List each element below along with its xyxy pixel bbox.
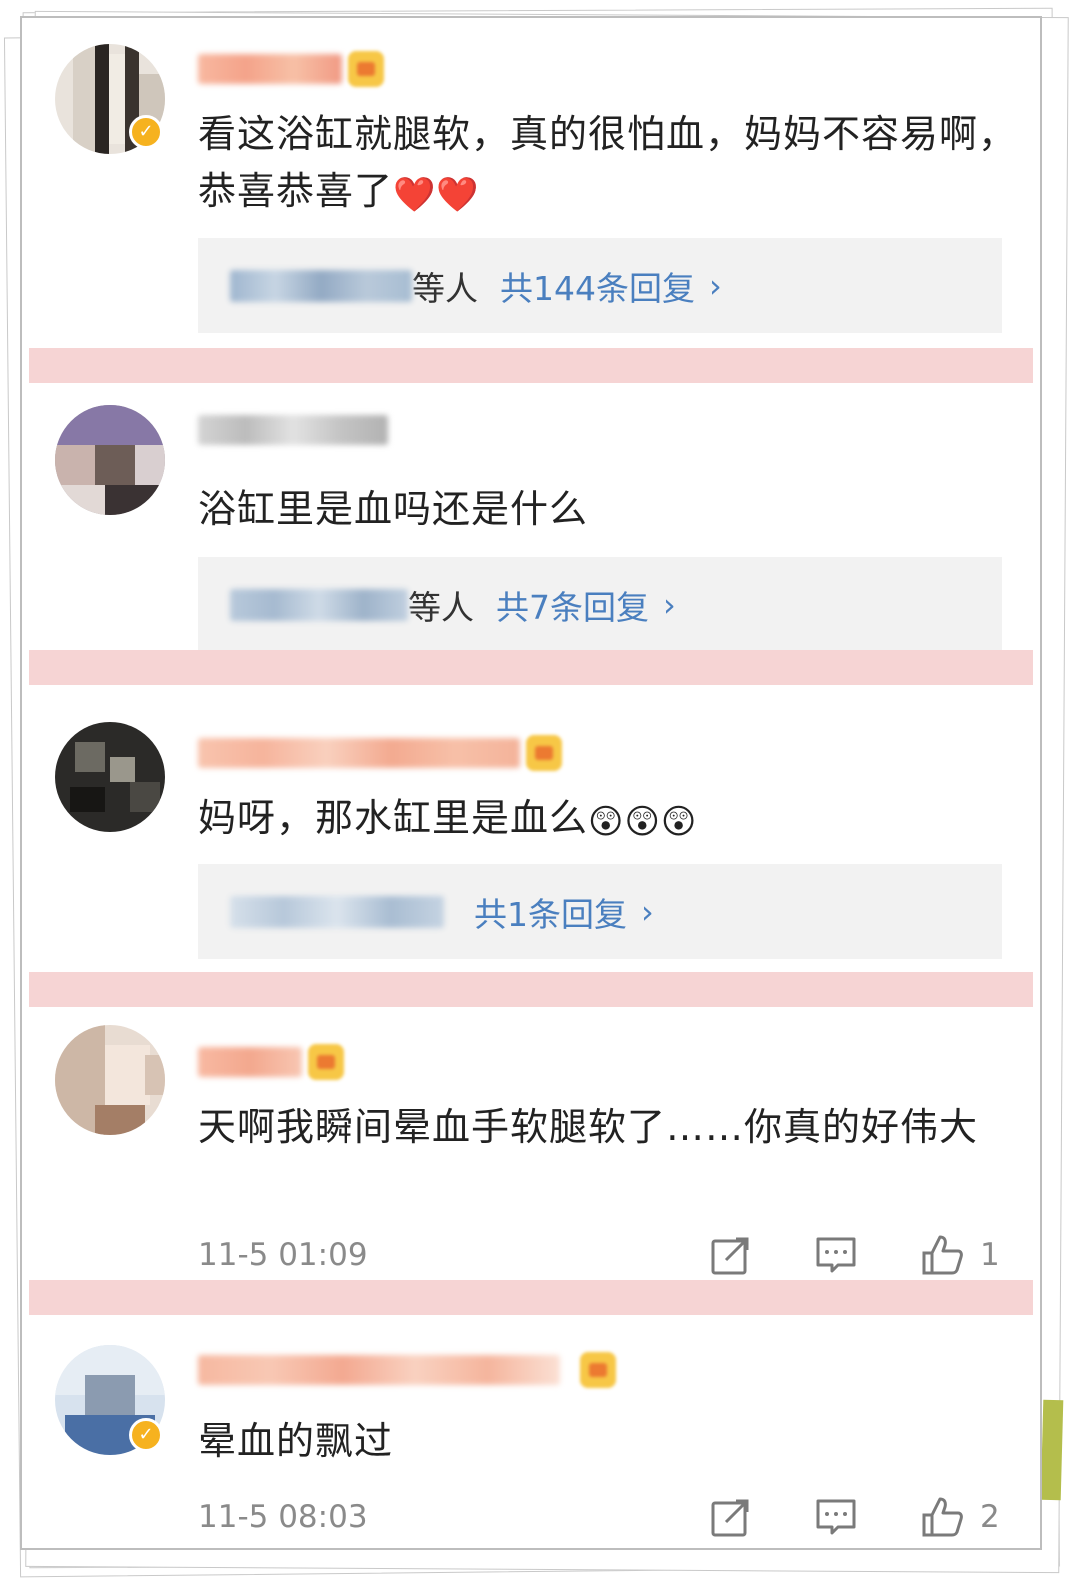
- thumbs-up-icon[interactable]: [920, 1233, 964, 1277]
- reply-summary[interactable]: 等人 共144条回复 ›: [198, 238, 1002, 333]
- username[interactable]: [198, 735, 562, 771]
- vip-crown-icon: [308, 1044, 344, 1080]
- verified-badge-icon: ✓: [129, 1418, 163, 1452]
- like-count: 1: [980, 1237, 1000, 1273]
- chevron-right-icon: ›: [709, 266, 722, 305]
- reply-suffix: 等人: [412, 268, 478, 308]
- comment-text: 晕血的飘过: [198, 1419, 394, 1463]
- verified-badge-icon: ✓: [129, 115, 163, 149]
- comment-text: 妈呀，那水缸里是血么😲😲😲: [198, 796, 698, 842]
- divider: [29, 348, 1033, 383]
- blurred-reply-names: [230, 895, 444, 928]
- blurred-username: [198, 738, 520, 768]
- reply-count-link[interactable]: 共1条回复: [474, 888, 627, 936]
- reply-count-link[interactable]: 共7条回复: [496, 581, 649, 629]
- blurred-username: [198, 1047, 302, 1077]
- blurred-username: [198, 1355, 560, 1385]
- reply-summary[interactable]: 等人 共7条回复 ›: [198, 557, 1002, 652]
- comment-icon[interactable]: [814, 1495, 858, 1539]
- blurred-reply-names: [230, 588, 408, 621]
- timestamp: 11-5 01:09: [198, 1237, 368, 1273]
- username[interactable]: [198, 1044, 344, 1080]
- comment-text: 浴缸里是血吗还是什么: [198, 487, 589, 531]
- heart-emoji: ❤️❤️: [393, 175, 480, 215]
- action-bar: 2: [708, 1495, 1000, 1539]
- username[interactable]: [198, 413, 388, 447]
- avatar[interactable]: [55, 1025, 165, 1135]
- comment-meta: 11-5 01:09 1: [198, 1233, 1000, 1277]
- divider: [29, 1280, 1033, 1315]
- chevron-right-icon: ›: [641, 892, 654, 931]
- username[interactable]: [198, 51, 384, 87]
- astonished-emoji: 😲😲😲: [588, 802, 698, 842]
- share-icon[interactable]: [708, 1495, 752, 1539]
- divider: [29, 650, 1033, 685]
- thumbs-up-icon[interactable]: [920, 1495, 964, 1539]
- blurred-reply-names: [230, 269, 412, 302]
- blurred-username: [198, 415, 388, 445]
- timestamp: 11-5 08:03: [198, 1499, 368, 1535]
- reply-count-link[interactable]: 共144条回复: [500, 262, 695, 310]
- chevron-right-icon: ›: [663, 585, 676, 624]
- blurred-username: [198, 54, 342, 84]
- comment-text: 看这浴缸就腿软，真的很怕血，妈妈不容易啊，恭喜恭喜了❤️❤️: [198, 112, 1018, 215]
- reply-summary[interactable]: 共1条回复 ›: [198, 864, 1002, 959]
- vip-crown-icon: [580, 1352, 616, 1388]
- vip-crown-icon: [348, 51, 384, 87]
- reply-suffix: 等人: [408, 587, 474, 627]
- avatar[interactable]: [55, 722, 165, 832]
- green-sheet-edge: [1040, 1399, 1064, 1501]
- share-icon[interactable]: [708, 1233, 752, 1277]
- vip-crown-icon: [526, 735, 562, 771]
- action-bar: 1: [708, 1233, 1000, 1277]
- username[interactable]: [198, 1352, 616, 1388]
- divider: [29, 972, 1033, 1007]
- comment-list: ✓ 看这浴缸就腿软，真的很怕血，妈妈不容易啊，恭喜恭喜了❤️❤️ 等人 共144…: [20, 16, 1042, 1550]
- comment-meta: 11-5 08:03 2: [198, 1495, 1000, 1539]
- comment-text: 天啊我瞬间晕血手软腿软了……你真的好伟大: [198, 1105, 979, 1149]
- avatar[interactable]: [55, 405, 165, 515]
- like-count: 2: [980, 1499, 1000, 1535]
- comment-icon[interactable]: [814, 1233, 858, 1277]
